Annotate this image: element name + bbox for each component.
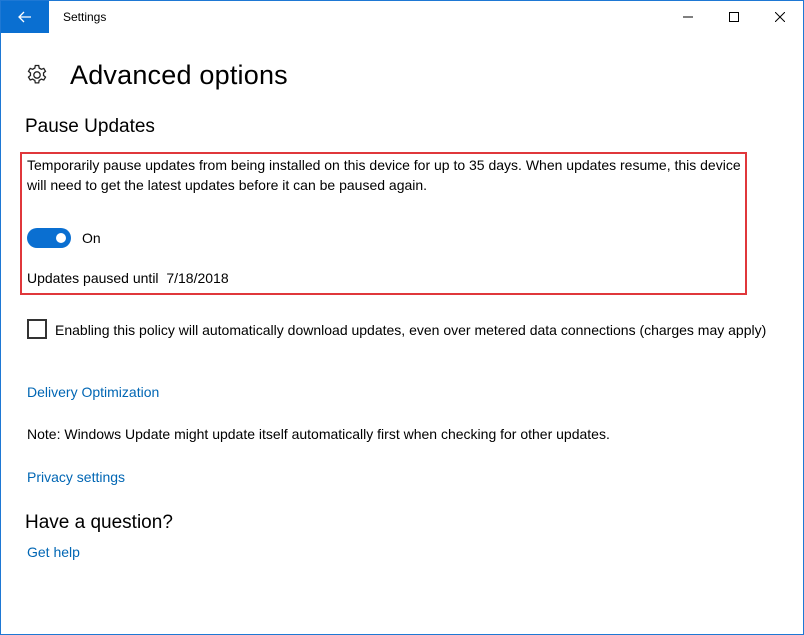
metered-connection-label: Enabling this policy will automatically … (55, 322, 767, 338)
pause-updates-toggle[interactable] (27, 228, 71, 248)
close-button[interactable] (757, 1, 803, 33)
minimize-button[interactable] (665, 1, 711, 33)
close-icon (775, 12, 785, 22)
paused-until-label: Updates paused until 7/18/2018 (27, 270, 229, 286)
page-title: Advanced options (70, 59, 288, 90)
settings-window: Settings Advanced options Pause Updates (0, 0, 804, 635)
privacy-settings-link[interactable]: Privacy settings (27, 469, 125, 485)
maximize-icon (729, 12, 739, 22)
maximize-button[interactable] (711, 1, 757, 33)
section-title-question: Have a question? (25, 512, 173, 533)
window-title: Settings (63, 10, 107, 24)
section-title-pause-updates: Pause Updates (25, 116, 155, 137)
delivery-optimization-link[interactable]: Delivery Optimization (27, 384, 159, 400)
pause-description: Temporarily pause updates from being ins… (27, 157, 741, 193)
toggle-knob (56, 233, 66, 243)
metered-connection-checkbox[interactable] (27, 319, 47, 339)
get-help-link[interactable]: Get help (27, 544, 80, 560)
title-bar: Settings (1, 1, 803, 33)
windows-update-note: Note: Windows Update might update itself… (27, 426, 610, 442)
toggle-state-label: On (82, 230, 101, 246)
arrow-left-icon (18, 11, 31, 23)
gear-icon (27, 64, 47, 84)
back-button[interactable] (1, 1, 49, 33)
page-header: Advanced options (25, 59, 288, 91)
minimize-icon (683, 16, 693, 18)
